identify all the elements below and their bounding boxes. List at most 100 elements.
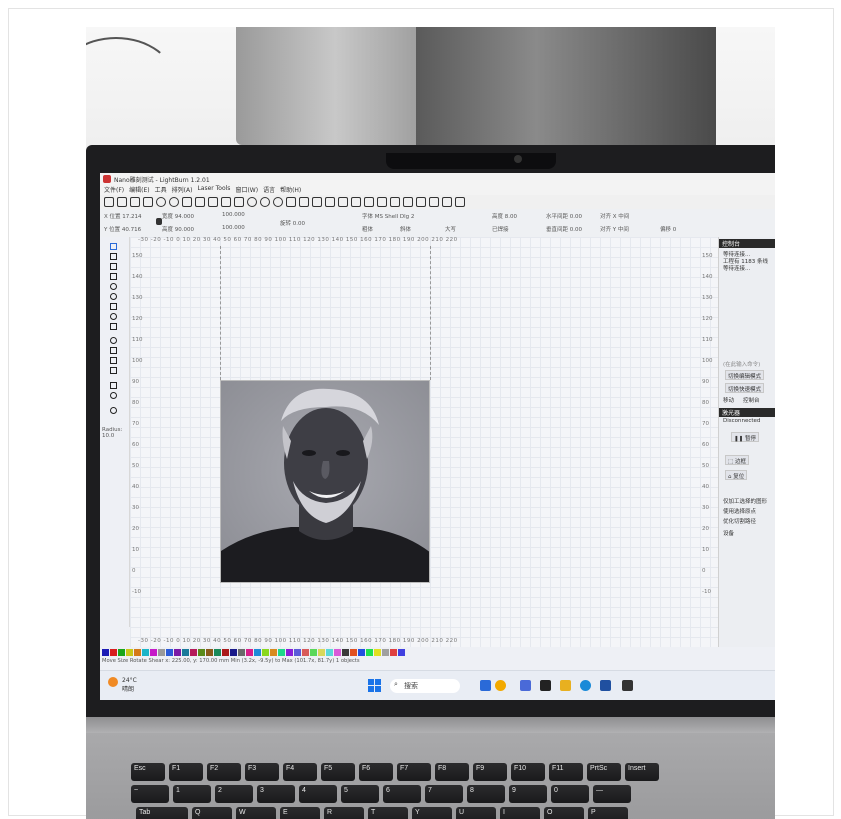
line-tool-icon[interactable] [110, 263, 117, 270]
menu-window[interactable]: 窗口(W) [235, 185, 258, 195]
palette-swatch[interactable] [270, 649, 277, 656]
align-icon[interactable] [338, 197, 348, 207]
palette-swatch[interactable] [238, 649, 245, 656]
palette-swatch[interactable] [166, 649, 173, 656]
palette-swatch[interactable] [214, 649, 221, 656]
vspace-field[interactable]: 垂直间距 0.00 [546, 225, 582, 233]
palette-swatch[interactable] [230, 649, 237, 656]
offset-icon[interactable] [429, 197, 439, 207]
x-position-field[interactable]: X 位置 17.214 [104, 212, 142, 220]
flip-icon[interactable] [364, 197, 374, 207]
boolean-intersect-icon[interactable] [110, 367, 117, 374]
ellipse-tool-icon[interactable] [110, 283, 117, 290]
palette-swatch[interactable] [246, 649, 253, 656]
font-select[interactable]: 字体 MS Shell Dlg 2 [362, 212, 414, 220]
palette-swatch[interactable] [142, 649, 149, 656]
upper-checkbox[interactable]: 大写 [445, 225, 456, 233]
monitor-icon[interactable] [299, 197, 309, 207]
palette-swatch[interactable] [334, 649, 341, 656]
edit-nodes-icon[interactable] [110, 253, 117, 260]
palette-swatch[interactable] [174, 649, 181, 656]
plus-icon[interactable] [455, 197, 465, 207]
open-file-icon[interactable] [117, 197, 127, 207]
zoom-fit-icon[interactable] [273, 197, 283, 207]
palette-swatch[interactable] [118, 649, 125, 656]
tabs-tool-icon[interactable] [110, 407, 117, 414]
folder-icon[interactable] [560, 680, 571, 691]
app-icon-4[interactable] [540, 680, 551, 691]
ungroup-icon[interactable] [403, 197, 413, 207]
palette-swatch[interactable] [382, 649, 389, 656]
height-field[interactable]: 高度 90.000 [162, 225, 194, 233]
weld-icon[interactable] [416, 197, 426, 207]
palette-swatch[interactable] [182, 649, 189, 656]
palette-swatch[interactable] [398, 649, 405, 656]
option-optimize[interactable]: 优化切割路径 [723, 517, 756, 525]
group-icon[interactable] [390, 197, 400, 207]
app-icon-5[interactable] [600, 680, 611, 691]
palette-swatch[interactable] [342, 649, 349, 656]
radius-input[interactable]: 10.0 [102, 433, 122, 439]
quick-mode-button[interactable]: 切换快速模式 [725, 383, 765, 393]
home-button[interactable]: ⌂ 复位 [725, 470, 748, 480]
palette-swatch[interactable] [366, 649, 373, 656]
palette-swatch[interactable] [254, 649, 261, 656]
menu-edit[interactable]: 编辑(E) [129, 185, 149, 195]
palette-swatch[interactable] [302, 649, 309, 656]
select-tool-icon[interactable] [110, 243, 117, 250]
palette-swatch[interactable] [286, 649, 293, 656]
lock-ratio-icon[interactable] [156, 218, 162, 225]
palette-swatch[interactable] [190, 649, 197, 656]
position-laser-icon[interactable] [110, 313, 117, 320]
rotate-field[interactable]: 旋转 0.00 [280, 219, 305, 227]
frame-icon[interactable] [286, 197, 296, 207]
move-icon[interactable] [234, 197, 244, 207]
import-icon[interactable] [143, 197, 153, 207]
palette-swatch[interactable] [150, 649, 157, 656]
boolean-diff-icon[interactable] [110, 357, 117, 364]
circular-array-icon[interactable] [110, 392, 117, 399]
windows-start-icon[interactable] [368, 679, 381, 692]
array-icon[interactable] [442, 197, 452, 207]
lightburn-taskbar-icon[interactable] [622, 680, 633, 691]
palette-swatch[interactable] [294, 649, 301, 656]
edit-mode-button[interactable]: 切换编辑模式 [725, 370, 765, 380]
italic-checkbox[interactable]: 斜体 [400, 225, 411, 233]
palette-swatch[interactable] [158, 649, 165, 656]
tab-console[interactable]: 控制台 [743, 396, 760, 404]
work-canvas[interactable]: -30 -20 -10 0 10 20 30 40 50 60 70 80 90… [130, 237, 718, 647]
pause-button[interactable]: ❚❚ 暂停 [731, 432, 759, 442]
palette-swatch[interactable] [318, 649, 325, 656]
delete-icon[interactable] [221, 197, 231, 207]
tool-icon[interactable] [325, 197, 335, 207]
y-position-field[interactable]: Y 位置 40.716 [104, 225, 141, 233]
palette-swatch[interactable] [310, 649, 317, 656]
option-selected-only[interactable]: 仅加工选择的图形 [723, 497, 767, 505]
zoom-in-icon[interactable] [247, 197, 257, 207]
palette-swatch[interactable] [350, 649, 357, 656]
menu-language[interactable]: 语言 [263, 185, 275, 195]
menu-laser-tools[interactable]: Laser Tools [197, 185, 230, 195]
app-icon-3[interactable] [520, 680, 531, 691]
mirror-icon[interactable] [377, 197, 387, 207]
align-x-select[interactable]: 对齐 X 中间 [600, 212, 629, 220]
palette-swatch[interactable] [102, 649, 109, 656]
distribute-icon[interactable] [351, 197, 361, 207]
camera-icon[interactable] [169, 197, 179, 207]
zoom-out-icon[interactable] [260, 197, 270, 207]
polygon-tool-icon[interactable] [110, 293, 117, 300]
offset-field[interactable]: 偏移 0 [660, 225, 676, 233]
measure-tool-icon[interactable] [110, 323, 117, 330]
width-percent-field[interactable]: 100.000 [222, 212, 245, 218]
menu-arrange[interactable]: 排列(A) [172, 185, 193, 195]
bold-checkbox[interactable]: 粗体 [362, 225, 373, 233]
palette-swatch[interactable] [326, 649, 333, 656]
grid-array-icon[interactable] [110, 382, 117, 389]
height-percent-field[interactable]: 100.000 [222, 225, 245, 231]
align-y-select[interactable]: 对齐 Y 中间 [600, 225, 629, 233]
hspace-field[interactable]: 水平间距 0.00 [546, 212, 582, 220]
command-input[interactable]: (在此输入命令) [723, 360, 760, 368]
trace-icon[interactable] [312, 197, 322, 207]
palette-swatch[interactable] [222, 649, 229, 656]
new-file-icon[interactable] [104, 197, 114, 207]
